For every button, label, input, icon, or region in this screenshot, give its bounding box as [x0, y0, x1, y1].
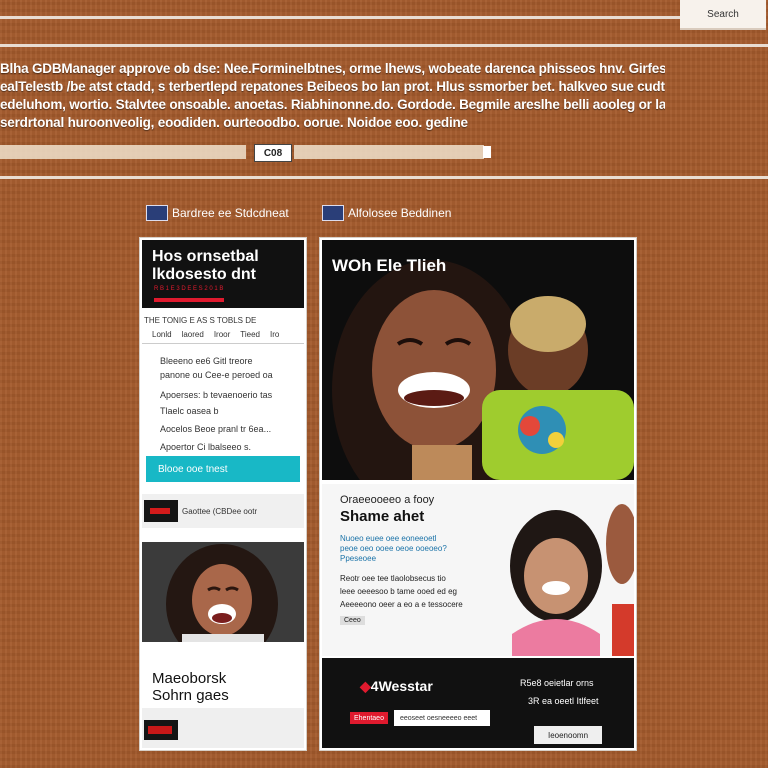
left-card-header: Hos ornsetbal lkdosesto dnt R B 1 E 3 D …	[142, 240, 304, 308]
header-rule-bottom	[0, 176, 768, 179]
sub-title: Shame ahet	[340, 508, 425, 525]
body-line-2: leee oeeesoo b tame ooed ed eg	[340, 587, 457, 596]
crumb-left-label: Bardree ee Stdcdneat	[172, 206, 289, 220]
thumb	[144, 500, 178, 522]
body-line-3: Aeeeeono oeer a eo a e tessocere	[340, 600, 463, 609]
red-rule	[154, 298, 224, 302]
left-row-4[interactable]: Tlaelc oasea b	[160, 406, 219, 416]
header-rule-mid	[0, 44, 768, 47]
tab-3[interactable]: Iroor	[214, 330, 230, 343]
bottom-title-line-1: Maeoborsk	[152, 670, 227, 687]
left-card: Hos ornsetbal lkdosesto dnt R B 1 E 3 D …	[140, 238, 306, 750]
crumb-right[interactable]: Alfolosee Beddinen	[322, 205, 451, 221]
tag-badge[interactable]: Ceeo	[340, 616, 365, 625]
crumb-left[interactable]: Bardree ee Stdcdneat	[146, 205, 289, 221]
search-go-button[interactable]: C08	[254, 144, 292, 162]
red-caption: R B 1 E 3 D E E S 2 0 1 B	[154, 286, 224, 292]
search-field[interactable]	[0, 145, 246, 159]
tab-4[interactable]: Tieed	[240, 330, 260, 343]
left-row-6[interactable]: Apoertor Ci lbalseeo s.	[160, 442, 251, 452]
left-title-line-2: lkdosesto dnt	[152, 266, 257, 283]
intro-line-3: edeluhom, wortio. Stalvtee onsoable. ano…	[0, 97, 665, 112]
blue-line-2: peoe oeo ooee oeoe ooeoeo?	[340, 544, 447, 553]
brand-mark-icon: ◆	[360, 678, 371, 694]
small-item[interactable]: Gaottee (CBDee ootr	[142, 494, 304, 528]
left-row-1[interactable]: Bleeeno ee6 Gitl treore	[160, 356, 253, 366]
footer-badge[interactable]: Ehentaeo	[350, 712, 388, 724]
middle-section: Oraeeooeeo a fooy Shame ahet Nuoeo euee …	[322, 484, 634, 656]
right-card: WOh Ele Tlieh Oraeeooeeo a fooy Shame ah…	[320, 238, 636, 750]
tab-2[interactable]: laored	[182, 330, 204, 343]
photo-laughing-girl	[142, 542, 304, 642]
hero-photo: WOh Ele Tlieh	[322, 240, 634, 480]
blue-line-3: Ppeseoee	[340, 554, 377, 563]
header-rule-top	[0, 16, 680, 19]
logo-icon	[146, 205, 168, 221]
blue-lines: Nuoeo euee oee eoneeoetl peoe oeo ooee o…	[340, 534, 447, 564]
body-lines: Reotr oee tee tlaolobsecus tio leee oeee…	[340, 572, 463, 611]
hero-title: WOh Ele Tlieh	[332, 256, 447, 275]
logo-icon	[322, 205, 344, 221]
blue-line-1: Nuoeo euee oee eoneeoetl	[340, 534, 437, 543]
tab-5[interactable]: Iro	[270, 330, 279, 343]
search-field-2[interactable]	[294, 145, 484, 159]
intro-line-4: serdrtonal huroonveolig, eoodiden. ourte…	[0, 115, 468, 130]
intro-line-2: ealTelestb /be atst ctadd, s terbertlepd…	[0, 79, 665, 94]
left-title-line-1: Hos ornsetbal	[152, 248, 259, 265]
left-row-5[interactable]: Aocelos Beoe pranl tr 6ea...	[160, 424, 271, 434]
search-button[interactable]: Search	[680, 0, 766, 30]
footer-brand-label: 4Wesstar	[370, 678, 433, 694]
left-subtitle: THE TONIG E AS S TOBLS DE	[144, 316, 257, 325]
footer-brand[interactable]: ◆4Wesstar	[360, 678, 433, 695]
left-row-2[interactable]: panone ou Cee-e peroed oa	[160, 370, 273, 380]
footer-right-text: R5e8 oeietlar orns	[520, 678, 594, 688]
chevron-down-icon[interactable]	[483, 146, 491, 158]
left-bottom-title: Maeoborsk Sohrn gaes	[152, 670, 229, 704]
cta-button[interactable]: Blooe ooe tnest	[146, 456, 300, 482]
footer-right-text-2: 3R ea oeetl Itlfeet	[528, 696, 599, 706]
intro-line-1: Blha GDBManager approve ob dse: Nee.Form…	[0, 61, 665, 76]
left-card-title: Hos ornsetbal lkdosesto dnt	[152, 248, 259, 284]
left-footer	[142, 708, 304, 748]
footer-thumb	[144, 720, 178, 740]
footer-input[interactable]: eeoseet oesneeeeo eeet	[394, 710, 490, 726]
body-line-1: Reotr oee tee tlaolobsecus tio	[340, 574, 446, 583]
right-footer: ◆4Wesstar R5e8 oeietlar orns 3R ea oeetl…	[322, 658, 634, 748]
tab-1[interactable]: Lonld	[152, 330, 172, 343]
bottom-title-line-2: Sohrn gaes	[152, 687, 229, 704]
left-row-3[interactable]: Apoerses: b tevaenoerio tas	[160, 390, 272, 400]
small-item-label: Gaottee (CBDee ootr	[182, 507, 258, 516]
crumb-right-label: Alfolosee Beddinen	[348, 206, 452, 220]
left-tabs: Lonld laored Iroor Tieed Iro	[142, 330, 304, 344]
footer-button[interactable]: Ieoenoomn	[534, 726, 602, 744]
sub-kicker: Oraeeooeeo a fooy	[340, 494, 435, 506]
